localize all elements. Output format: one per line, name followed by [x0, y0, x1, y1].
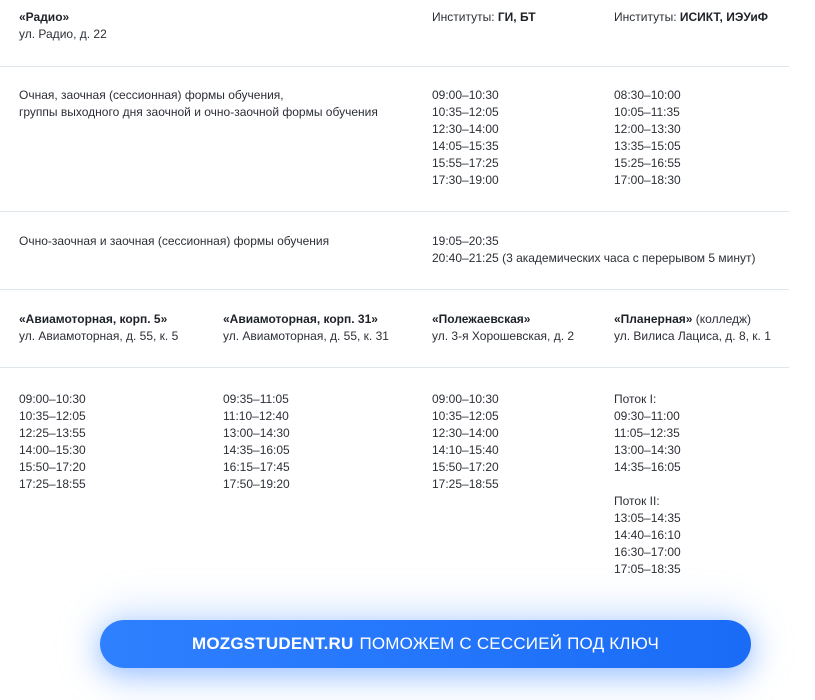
- time-slot: 10:05–11:35: [614, 105, 680, 119]
- campus-address: ул. 3-я Хорошевская, д. 2: [432, 329, 575, 343]
- time-slot: 17:30–19:00: [432, 173, 499, 187]
- campus-aviamotornaya-31: «Авиамоторная, корп. 31» ул. Авиамоторна…: [223, 311, 389, 345]
- time-slot: 11:10–12:40: [223, 409, 289, 423]
- campus-planernaya: «Планерная» (колледж) ул. Вилиса Лациса,…: [614, 311, 771, 345]
- campus-aviamotornaya-5: «Авиамоторная, корп. 5» ул. Авиамоторная…: [19, 311, 178, 345]
- campus-name: «Полежаевская»: [432, 312, 531, 326]
- time-slot: 13:00–14:30: [614, 443, 681, 457]
- time-slot: 09:00–10:30: [19, 392, 86, 406]
- campuses-header-section: «Авиамоторная, корп. 5» ул. Авиамоторная…: [0, 289, 789, 368]
- time-slot: 14:05–15:35: [432, 139, 499, 153]
- schedule-polezhaevskaya: 09:00–10:30 10:35–12:05 12:30–14:00 14:1…: [432, 391, 499, 493]
- campus-name: «Планерная»: [614, 312, 693, 326]
- time-slot: 15:50–17:20: [432, 460, 499, 474]
- schedule-column-b: 08:30–10:00 10:05–11:35 12:00–13:30 13:3…: [614, 87, 681, 189]
- fulltime-schedule-section: Очная, заочная (сессионная) формы обучен…: [0, 66, 789, 212]
- time-slot: 17:00–18:30: [614, 173, 681, 187]
- time-slot: 14:35–16:05: [223, 443, 290, 457]
- time-slot: 19:05–20:35: [432, 234, 499, 248]
- time-slot: 11:05–12:35: [614, 426, 680, 440]
- time-slot: 13:35–15:05: [614, 139, 681, 153]
- institutes-names: ИСИКТ, ИЭУиФ: [679, 10, 768, 24]
- schedule-aviamotornaya-31: 09:35–11:05 11:10–12:40 13:00–14:30 14:3…: [223, 391, 290, 493]
- schedule-column-a: 09:00–10:30 10:35–12:05 12:30–14:00 14:0…: [432, 87, 499, 189]
- institutes-b: Институты: ИСИКТ, ИЭУиФ: [614, 9, 768, 26]
- cta-button[interactable]: MOZGSTUDENT.RU ПОМОЖЕМ С СЕССИЕЙ ПОД КЛЮЧ: [100, 620, 751, 668]
- time-slot: 09:00–10:30: [432, 88, 499, 102]
- stream-label: Поток I:: [614, 392, 657, 406]
- campus-address: ул. Вилиса Лациса, д. 8, к. 1: [614, 329, 771, 343]
- time-slot: 16:30–17:00: [614, 545, 681, 559]
- study-form-line: Очная, заочная (сессионная) формы обучен…: [19, 88, 284, 102]
- time-slot: 12:00–13:30: [614, 122, 681, 136]
- time-slot: 20:40–21:25 (3 академических часа с пере…: [432, 251, 756, 265]
- time-slot: 17:05–18:35: [614, 562, 681, 576]
- campuses-schedule-section: 09:00–10:30 10:35–12:05 12:25–13:55 14:0…: [0, 367, 789, 587]
- time-slot: 14:10–15:40: [432, 443, 499, 457]
- time-slot: 09:00–10:30: [432, 392, 499, 406]
- time-slot: 17:50–19:20: [223, 477, 290, 491]
- time-slot: 12:25–13:55: [19, 426, 86, 440]
- time-slot: 17:25–18:55: [432, 477, 499, 491]
- time-slot: 13:00–14:30: [223, 426, 290, 440]
- study-form-label: Очная, заочная (сессионная) формы обучен…: [19, 87, 378, 121]
- cta-brand: MOZGSTUDENT.RU: [191, 634, 354, 653]
- campus-name: «Авиамоторная, корп. 5»: [19, 312, 168, 326]
- campus-name: «Радио»: [19, 10, 70, 24]
- campus-suffix: (колледж): [692, 312, 752, 326]
- time-slot: 15:50–17:20: [19, 460, 86, 474]
- institutes-names: ГИ, БТ: [497, 10, 536, 24]
- time-slot: 09:35–11:05: [223, 392, 289, 406]
- study-form-line: группы выходного дня заочной и очно-заоч…: [19, 105, 378, 119]
- campus-name: «Авиамоторная, корп. 31»: [223, 312, 378, 326]
- institutes-prefix: Институты:: [614, 10, 680, 24]
- institutes-prefix: Институты:: [432, 10, 498, 24]
- campus-polezhaevskaya: «Полежаевская» ул. 3-я Хорошевская, д. 2: [432, 311, 574, 345]
- time-slot: 17:25–18:55: [19, 477, 86, 491]
- campus-address: ул. Радио, д. 22: [19, 27, 107, 41]
- time-slot: 15:55–17:25: [432, 156, 499, 170]
- time-slot: 09:30–11:00: [614, 409, 680, 423]
- institutes-a: Институты: ГИ, БТ: [432, 9, 536, 26]
- campus-radio-info: «Радио» ул. Радио, д. 22: [19, 9, 107, 43]
- time-slot: 10:35–12:05: [19, 409, 86, 423]
- schedule-planernaya: Поток I: 09:30–11:00 11:05–12:35 13:00–1…: [614, 391, 681, 578]
- time-slot: 14:00–15:30: [19, 443, 86, 457]
- time-slot: 13:05–14:35: [614, 511, 681, 525]
- campus-address: ул. Авиамоторная, д. 55, к. 31: [223, 329, 389, 343]
- schedule-aviamotornaya-5: 09:00–10:30 10:35–12:05 12:25–13:55 14:0…: [19, 391, 86, 493]
- time-slot: 12:30–14:00: [432, 426, 499, 440]
- cta-text: ПОМОЖЕМ С СЕССИЕЙ ПОД КЛЮЧ: [359, 634, 659, 653]
- time-slot: 14:40–16:10: [614, 528, 681, 542]
- stream-label: Поток II:: [614, 494, 660, 508]
- time-slot: 10:35–12:05: [432, 409, 499, 423]
- time-slot: 14:35–16:05: [614, 460, 681, 474]
- evening-schedule-section: Очно-заочная и заочная (сессионная) форм…: [0, 211, 789, 290]
- time-slot: 12:30–14:00: [432, 122, 499, 136]
- time-slot: 15:25–16:55: [614, 156, 681, 170]
- time-slot: 08:30–10:00: [614, 88, 681, 102]
- time-slot: 10:35–12:05: [432, 105, 499, 119]
- time-slot: 16:15–17:45: [223, 460, 290, 474]
- evening-times: 19:05–20:35 20:40–21:25 (3 академических…: [432, 233, 755, 267]
- campus-address: ул. Авиамоторная, д. 55, к. 5: [19, 329, 179, 343]
- study-form-label: Очно-заочная и заочная (сессионная) форм…: [19, 234, 330, 248]
- campus-radio-section: «Радио» ул. Радио, д. 22 Институты: ГИ, …: [0, 0, 789, 67]
